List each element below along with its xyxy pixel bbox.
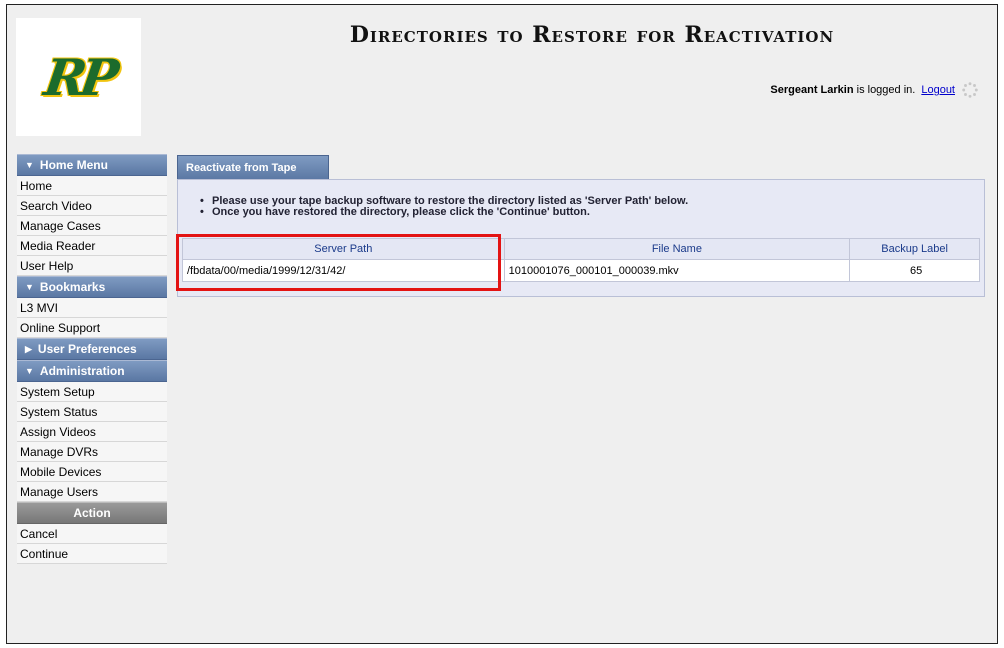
table-row: /fbdata/00/media/1999/12/31/42/ 10100010… xyxy=(182,259,980,282)
login-status: Sergeant Larkin is logged in. Logout xyxy=(770,81,979,99)
file-name-cell: 1010001076_000101_000039.mkv xyxy=(503,259,851,282)
bookmarks-header[interactable]: ▼ Bookmarks xyxy=(17,276,167,298)
sidebar-item-manage-dvrs[interactable]: Manage DVRs xyxy=(17,442,167,462)
continue-button[interactable]: Continue xyxy=(17,544,167,564)
user-preferences-header[interactable]: ▶ User Preferences xyxy=(17,338,167,360)
logout-link[interactable]: Logout xyxy=(921,84,955,96)
column-header-backup-label: Backup Label xyxy=(849,238,980,260)
sidebar-item-system-setup[interactable]: System Setup xyxy=(17,382,167,402)
sidebar-item-media-reader[interactable]: Media Reader xyxy=(17,236,167,256)
server-path-cell: /fbdata/00/media/1999/12/31/42/ xyxy=(182,259,505,282)
triangle-right-icon: ▶ xyxy=(25,343,32,354)
instruction-item: • Once you have restored the directory, p… xyxy=(200,206,590,218)
logo-text: RP xyxy=(40,47,117,107)
column-header-server-path: Server Path xyxy=(182,238,505,260)
backup-label-cell: 65 xyxy=(849,259,980,282)
tab-reactivate-from-tape[interactable]: Reactivate from Tape xyxy=(177,155,329,180)
page-title: Directories to Restore for Reactivation xyxy=(349,22,835,48)
sidebar-item-user-help[interactable]: User Help xyxy=(17,256,167,276)
sidebar-item-mobile-devices[interactable]: Mobile Devices xyxy=(17,462,167,482)
restore-table: Server Path File Name Backup Label /fbda… xyxy=(182,238,980,282)
table-header-row: Server Path File Name Backup Label xyxy=(182,238,980,260)
logo: RP xyxy=(16,18,141,136)
sidebar-item-home[interactable]: Home xyxy=(17,176,167,196)
triangle-down-icon: ▼ xyxy=(25,366,34,376)
sidebar-item-manage-cases[interactable]: Manage Cases xyxy=(17,216,167,236)
sidebar: ▼ Home Menu Home Search Video Manage Cas… xyxy=(17,154,167,564)
cancel-button[interactable]: Cancel xyxy=(17,524,167,544)
home-menu-header[interactable]: ▼ Home Menu xyxy=(17,154,167,176)
column-header-file-name: File Name xyxy=(503,238,851,260)
sidebar-item-manage-users[interactable]: Manage Users xyxy=(17,482,167,502)
logged-in-text: is logged in. xyxy=(856,84,916,96)
app-frame: RP Directories to Restore for Reactivati… xyxy=(6,4,998,644)
triangle-down-icon: ▼ xyxy=(25,282,34,292)
instructions: • Please use your tape backup software to… xyxy=(200,196,688,218)
loading-spinner-icon xyxy=(962,82,978,98)
sidebar-item-l3-mvi[interactable]: L3 MVI xyxy=(17,298,167,318)
sidebar-item-online-support[interactable]: Online Support xyxy=(17,318,167,338)
action-header: Action xyxy=(17,502,167,524)
sidebar-item-search-video[interactable]: Search Video xyxy=(17,196,167,216)
user-name: Sergeant Larkin xyxy=(770,84,854,96)
sidebar-item-assign-videos[interactable]: Assign Videos xyxy=(17,422,167,442)
triangle-down-icon: ▼ xyxy=(25,160,34,170)
sidebar-item-system-status[interactable]: System Status xyxy=(17,402,167,422)
content-panel: • Please use your tape backup software to… xyxy=(177,179,985,297)
administration-header[interactable]: ▼ Administration xyxy=(17,360,167,382)
